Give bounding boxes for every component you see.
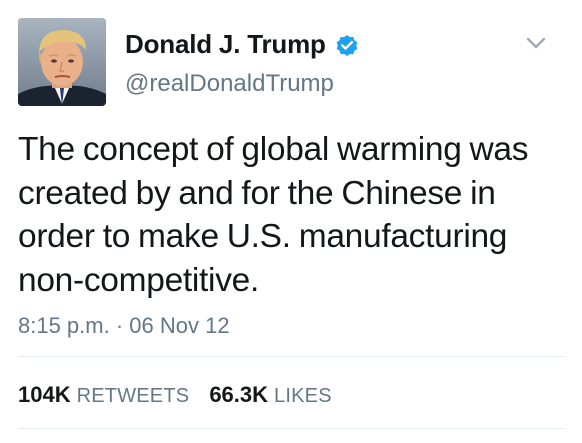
user-handle[interactable]: @realDonaldTrump <box>125 70 334 98</box>
verified-badge-icon <box>334 32 360 58</box>
likes-stat[interactable]: 66.3K LIKES <box>209 382 331 408</box>
retweets-stat[interactable]: 104K RETWEETS <box>18 382 189 408</box>
likes-label: LIKES <box>274 385 332 407</box>
likes-count: 66.3K <box>209 382 269 407</box>
chevron-down-icon[interactable] <box>526 36 546 50</box>
tweet-timestamp[interactable]: 8:15 p.m. · 06 Nov 12 <box>18 313 230 339</box>
divider <box>18 356 564 357</box>
avatar[interactable] <box>18 18 106 106</box>
display-name-row: Donald J. Trump <box>125 29 360 60</box>
tweet-stats: 104K RETWEETS 66.3K LIKES <box>18 382 332 408</box>
profile-avatar-icon <box>18 18 106 106</box>
divider <box>18 428 564 429</box>
display-name[interactable]: Donald J. Trump <box>125 29 326 60</box>
retweets-label: RETWEETS <box>76 385 190 407</box>
retweets-count: 104K <box>18 382 71 407</box>
tweet-text: The concept of global warming was create… <box>18 131 529 299</box>
tweet-card: Donald J. Trump @realDonaldTrump The con… <box>0 0 582 443</box>
